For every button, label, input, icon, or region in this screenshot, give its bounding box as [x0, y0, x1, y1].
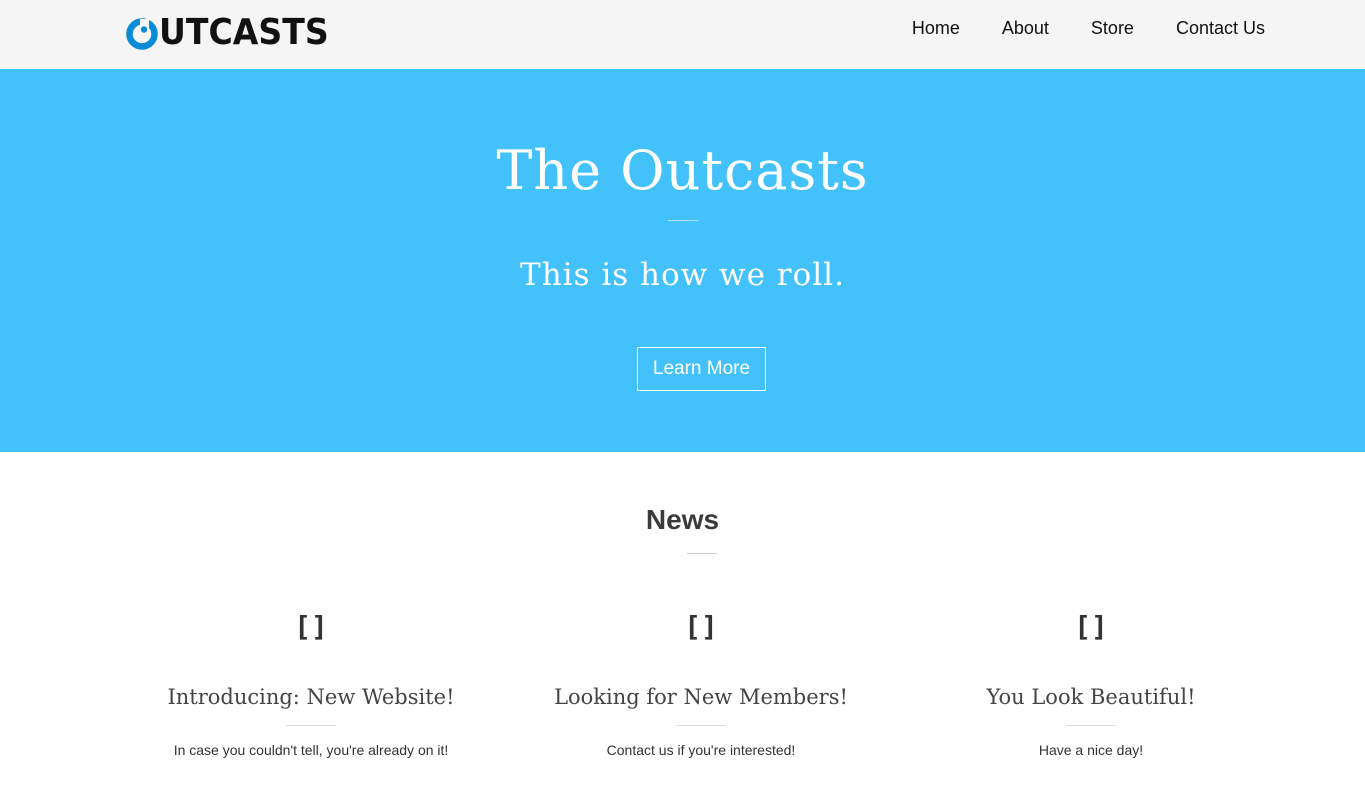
news-card-divider [1066, 725, 1116, 726]
logo-text: UTCASTS [159, 12, 329, 53]
news-card: [] You Look Beautiful! Have a nice day! [911, 600, 1271, 760]
news-card-text: Contact us if you're interested! [606, 742, 796, 758]
hero-title: The Outcasts [496, 139, 869, 202]
nav-about[interactable]: About [1002, 16, 1049, 40]
news-card-divider [286, 725, 336, 726]
site-header: UTCASTS Home About Store Contact Us [0, 0, 1365, 69]
news-card-title: Looking for New Members! [554, 685, 848, 709]
logo-o-icon [126, 18, 158, 50]
news-card-divider [676, 725, 726, 726]
learn-more-button[interactable]: Learn More [637, 347, 766, 391]
missing-glyph-icon: [] [1074, 610, 1108, 643]
hero-divider [668, 220, 698, 221]
missing-glyph-icon: [] [684, 610, 718, 643]
news-card-title: You Look Beautiful! [986, 685, 1196, 709]
main-nav: Home About Store Contact Us [912, 16, 1265, 40]
news-divider [687, 553, 717, 554]
missing-glyph-icon: [] [294, 610, 328, 643]
nav-contact-us[interactable]: Contact Us [1176, 16, 1265, 40]
hero-banner: The Outcasts This is how we roll. Learn … [0, 69, 1365, 452]
news-card-text: In case you couldn't tell, you're alread… [173, 742, 449, 758]
news-card: [] Looking for New Members! Contact us i… [521, 600, 881, 760]
news-heading: News [645, 504, 720, 535]
news-card-text: Have a nice day! [1038, 742, 1144, 758]
nav-store[interactable]: Store [1091, 16, 1134, 40]
hero-subtitle: This is how we roll. [520, 257, 845, 293]
nav-home[interactable]: Home [912, 16, 960, 40]
site-logo[interactable]: UTCASTS [125, 15, 343, 51]
news-card-title: Introducing: New Website! [167, 685, 455, 709]
news-card: [] Introducing: New Website! In case you… [131, 600, 491, 760]
